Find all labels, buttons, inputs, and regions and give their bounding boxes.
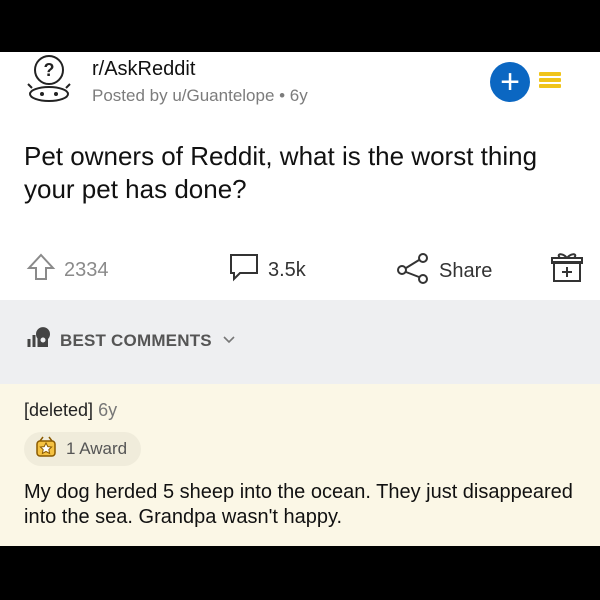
comment-author[interactable]: [deleted] — [24, 400, 93, 420]
share-label: Share — [439, 259, 493, 282]
chevron-down-icon — [222, 332, 236, 350]
photo-frame: ? r/AskReddit Posted by u/Guantelope • 6… — [0, 0, 600, 600]
comment-body: My dog herded 5 sheep into the ocean. Th… — [24, 481, 573, 528]
upvote-count: 2334 — [64, 258, 109, 281]
award-icon — [34, 435, 58, 464]
plus-icon[interactable]: + — [490, 62, 530, 102]
award-badge[interactable]: 1 Award — [24, 432, 142, 466]
share-icon — [395, 252, 431, 290]
post-meta: Posted by u/Guantelope • 6y — [92, 86, 308, 105]
svg-text:?: ? — [44, 60, 55, 80]
share-button[interactable]: Share — [395, 252, 492, 290]
subreddit-icon[interactable]: ? — [22, 52, 76, 106]
sort-label: BEST COMMENTS — [60, 330, 212, 350]
sort-icon — [26, 327, 50, 354]
reddit-screen: ? r/AskReddit Posted by u/Guantelope • 6… — [0, 52, 600, 546]
gift-icon — [550, 250, 584, 290]
award-label: 1 Award — [66, 439, 128, 458]
post-title: Pet owners of Reddit, what is the worst … — [24, 141, 538, 204]
sort-bar: BEST COMMENTS — [0, 300, 600, 384]
comment-age: 6y — [98, 400, 118, 420]
post-header: ? r/AskReddit Posted by u/Guantelope • 6… — [0, 52, 600, 114]
post-actions: 2334 3.5k Share — [0, 244, 600, 292]
comments-count: 3.5k — [268, 258, 306, 281]
upvote-button[interactable]: 2334 — [26, 252, 109, 288]
comment: [deleted] 6y 1 Award My dog herded 5 she… — [0, 384, 600, 546]
comment-icon — [228, 252, 260, 288]
gift-award-button[interactable] — [550, 250, 584, 290]
comments-button[interactable]: 3.5k — [228, 252, 306, 288]
sort-dropdown[interactable]: BEST COMMENTS — [26, 327, 236, 354]
comment-author-line: [deleted] 6y — [24, 400, 117, 421]
menu-icon[interactable] — [539, 72, 561, 92]
upvote-icon — [26, 252, 56, 288]
subreddit-name[interactable]: r/AskReddit — [92, 58, 195, 81]
